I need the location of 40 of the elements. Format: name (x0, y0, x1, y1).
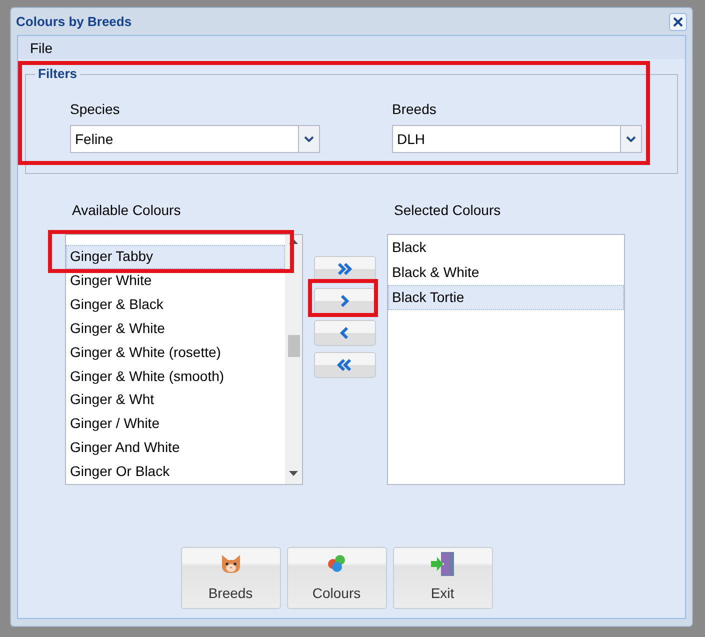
menu-item[interactable]: File (30, 40, 53, 56)
toolbar-button[interactable]: Exit (392, 547, 492, 609)
toolbar-button[interactable]: Breeds (180, 547, 280, 609)
transfer-button[interactable] (314, 320, 376, 346)
dropdown-field[interactable]: Feline (70, 125, 320, 153)
dropdown-field[interactable]: DLH (392, 125, 642, 153)
list-label: Available Colours (71, 202, 182, 218)
list-item[interactable]: Ginger And White (66, 436, 285, 460)
list-item[interactable]: Ginger Or Black (66, 460, 285, 484)
caret-down-icon (304, 136, 314, 142)
list-item[interactable]: Ginger White (66, 268, 285, 293)
list-item[interactable]: Ginger & White (rosette) (66, 340, 285, 365)
transfer-button[interactable] (314, 288, 376, 314)
list-item[interactable]: Ginger & White (66, 316, 285, 341)
list-item[interactable]: Black Tortie (388, 285, 624, 310)
close-icon (672, 16, 684, 28)
scrollbar-thumb[interactable] (288, 335, 300, 357)
list-label: Selected Colours (393, 202, 502, 218)
scrollbar[interactable] (285, 235, 302, 484)
list-item[interactable]: Ginger / White (66, 412, 285, 436)
close-button[interactable] (669, 12, 687, 30)
group-legend: Filters (35, 66, 80, 81)
field-label: Species (70, 101, 121, 117)
list-item[interactable]: Ginger & Wht (66, 388, 285, 412)
window-title: Colours by Breeds (16, 14, 132, 29)
list-item[interactable]: Ginger & Black (66, 292, 285, 317)
caret-down-icon (626, 136, 636, 142)
list-item[interactable]: Black & White (388, 260, 624, 285)
list-item[interactable]: Black (388, 235, 624, 260)
exit-door-icon (430, 551, 456, 577)
list-item[interactable]: Ginger & White (smooth) (66, 364, 285, 388)
transfer-button[interactable] (314, 352, 376, 378)
colour-balls-icon (326, 554, 348, 574)
double-chevron-left-icon (337, 358, 353, 372)
field-label: Breeds (392, 101, 438, 117)
list-item[interactable]: Ginger Tabby (66, 245, 285, 269)
cat-icon (220, 554, 242, 574)
scroll-down-icon[interactable] (289, 471, 298, 476)
double-chevron-right-icon (337, 262, 353, 276)
toolbar-button[interactable]: Colours (286, 547, 386, 609)
